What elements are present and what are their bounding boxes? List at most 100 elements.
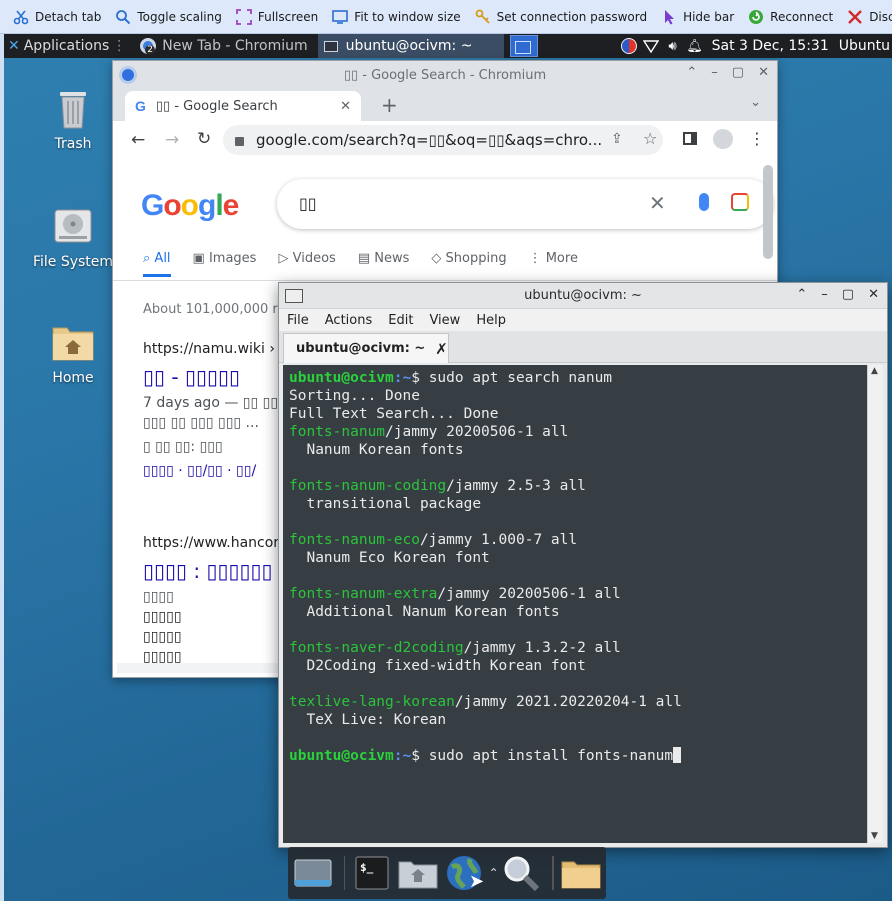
- terminal-output[interactable]: ubuntu@ocivm:~$ sudo apt search nanum Sor…: [283, 365, 867, 843]
- search-box[interactable]: ▯▯ ✕: [277, 179, 773, 229]
- tab-news-label: News: [374, 251, 410, 266]
- reload-icon[interactable]: ↻: [197, 129, 211, 149]
- tab-shopping[interactable]: ◇ Shopping: [431, 251, 506, 277]
- workspace-switcher[interactable]: [509, 35, 538, 57]
- fullscreen-button[interactable]: Fullscreen: [231, 0, 327, 34]
- show-desktop-icon[interactable]: [292, 849, 334, 897]
- chromium-tab-active[interactable]: G ▯▯ - Google Search ✕: [125, 91, 361, 121]
- forward-icon[interactable]: →: [165, 130, 179, 150]
- input-method-icon[interactable]: [618, 34, 640, 58]
- disconnect-button[interactable]: Disconnect: [842, 0, 892, 34]
- volume-icon[interactable]: 🔊︎: [662, 34, 684, 58]
- reconnect-icon: [747, 8, 765, 26]
- search-nav-tabs: ⌕ All ▣ Images ▷ Videos ▤ News ◇ Shoppin…: [143, 251, 578, 277]
- package-line: fonts-nanum-extra/jammy 20200506-1 all: [289, 585, 867, 603]
- scroll-down-icon[interactable]: ▼: [871, 831, 878, 841]
- page-scrollbar[interactable]: [763, 165, 773, 259]
- menu-file[interactable]: File: [287, 313, 309, 328]
- tab-close-icon[interactable]: ✕: [340, 99, 351, 114]
- desktop-icon-trash[interactable]: Trash: [28, 84, 118, 152]
- terminal-icon[interactable]: $_: [351, 849, 393, 897]
- web-browser-icon[interactable]: ➤: [443, 849, 485, 897]
- hide-bar-button[interactable]: Hide bar: [656, 0, 743, 34]
- menu-view[interactable]: View: [429, 313, 460, 328]
- disconnect-label: Disconnect: [869, 9, 892, 24]
- user-menu[interactable]: Ubuntu: [839, 38, 892, 54]
- scroll-up-icon[interactable]: ▲: [871, 366, 878, 376]
- files-icon[interactable]: [560, 849, 602, 897]
- share-icon[interactable]: ⇪: [611, 131, 623, 147]
- bookmark-star-icon[interactable]: ☆: [643, 129, 657, 148]
- chromium-maximize-icon[interactable]: ▢: [732, 65, 744, 80]
- chromium-menu-icon[interactable]: ⋮: [749, 129, 765, 148]
- chromium-close-icon[interactable]: ✕: [758, 65, 769, 80]
- set-password-button[interactable]: Set connection password: [470, 0, 656, 34]
- menu-help[interactable]: Help: [476, 313, 506, 328]
- back-icon[interactable]: ←: [131, 130, 145, 150]
- detach-tab-button[interactable]: Detach tab: [8, 0, 110, 34]
- address-bar[interactable]: google.com/search?q=▯▯&oq=▯▯&aqs=chro...: [223, 125, 663, 155]
- task-chromium-label: New Tab - Chromium: [162, 38, 308, 54]
- home-folder-icon[interactable]: [397, 849, 439, 897]
- google-logo[interactable]: Google: [141, 189, 239, 223]
- desktop-icon-home[interactable]: Home: [28, 318, 118, 386]
- lens-search-icon[interactable]: [731, 193, 749, 211]
- svg-text:$_: $_: [360, 861, 374, 874]
- tab-videos[interactable]: ▷ Videos: [278, 251, 335, 277]
- chromium-collapse-icon[interactable]: ⌃: [686, 65, 697, 80]
- tab-images[interactable]: ▣ Images: [193, 251, 257, 277]
- tab-more[interactable]: ⋮ More: [529, 251, 578, 277]
- package-version: /jammy 1.000-7 all: [419, 532, 578, 548]
- desktop-icon-filesystem[interactable]: File System: [28, 202, 118, 270]
- tab-news[interactable]: ▤ News: [358, 251, 410, 277]
- reconnect-button[interactable]: Reconnect: [743, 0, 842, 34]
- separator-dots: ⋮: [112, 38, 127, 54]
- voice-search-icon[interactable]: [699, 193, 709, 211]
- new-tab-icon[interactable]: +: [381, 93, 398, 117]
- menu-edit[interactable]: Edit: [388, 313, 413, 328]
- terminal-tab[interactable]: ubuntu@ocivm: ~ ✗: [283, 333, 449, 363]
- terminal-collapse-icon[interactable]: ⌃: [796, 287, 807, 302]
- terminal-line: Sorting... Done: [289, 388, 420, 404]
- profile-avatar-icon[interactable]: [713, 129, 733, 149]
- dock-chevron-icon[interactable]: ⌃: [489, 866, 499, 880]
- applications-menu[interactable]: ✕ Applications ⋮: [4, 34, 130, 58]
- dock-separator: [343, 856, 346, 890]
- task-badge: 2: [145, 45, 155, 55]
- side-panel-icon[interactable]: [683, 132, 697, 145]
- terminal-menubar: File Actions Edit View Help: [279, 309, 887, 331]
- task-chromium[interactable]: 2 New Tab - Chromium: [134, 34, 313, 58]
- app-finder-icon[interactable]: [501, 849, 543, 897]
- chromium-minimize-icon[interactable]: –: [711, 65, 718, 80]
- clock[interactable]: Sat 3 Dec, 15:31: [712, 38, 829, 54]
- terminal-tab-close-icon[interactable]: ✗: [435, 340, 448, 358]
- chromium-titlebar[interactable]: ▯▯ - Google Search - Chromium ⌃ – ▢ ✕: [113, 61, 777, 89]
- network-icon[interactable]: [640, 34, 662, 58]
- menu-actions[interactable]: Actions: [325, 313, 373, 328]
- tab-shopping-label: Shopping: [445, 251, 507, 266]
- package-desc: D2Coding fixed-width Korean font: [289, 658, 586, 674]
- chromium-tab-title: ▯▯ - Google Search: [155, 98, 278, 114]
- terminal-window-title: ubuntu@ocivm: ~: [524, 288, 642, 303]
- tab-all[interactable]: ⌕ All: [143, 251, 171, 277]
- terminal-maximize-icon[interactable]: ▢: [842, 287, 854, 302]
- package-desc: Nanum Korean fonts: [289, 442, 464, 458]
- reconnect-label: Reconnect: [770, 9, 834, 24]
- fit-window-button[interactable]: Fit to window size: [327, 0, 469, 34]
- set-password-label: Set connection password: [496, 9, 648, 24]
- task-terminal[interactable]: ubuntu@ocivm: ~: [317, 34, 504, 58]
- toggle-scaling-button[interactable]: Toggle scaling: [110, 0, 231, 34]
- desktop-icon-home-label: Home: [52, 370, 94, 386]
- terminal-titlebar[interactable]: ubuntu@ocivm: ~ ⌃ – ▢ ✕: [279, 283, 887, 309]
- notification-bell-icon[interactable]: 🔔︎: [684, 34, 706, 58]
- terminal-scrollbar[interactable]: ▲ ▼: [867, 365, 883, 843]
- terminal-minimize-icon[interactable]: –: [821, 287, 828, 302]
- clear-search-icon[interactable]: ✕: [649, 191, 666, 215]
- tab-search-icon[interactable]: ⌄: [750, 95, 761, 110]
- detach-tab-label: Detach tab: [35, 9, 102, 24]
- terminal-close-icon[interactable]: ✕: [868, 287, 879, 302]
